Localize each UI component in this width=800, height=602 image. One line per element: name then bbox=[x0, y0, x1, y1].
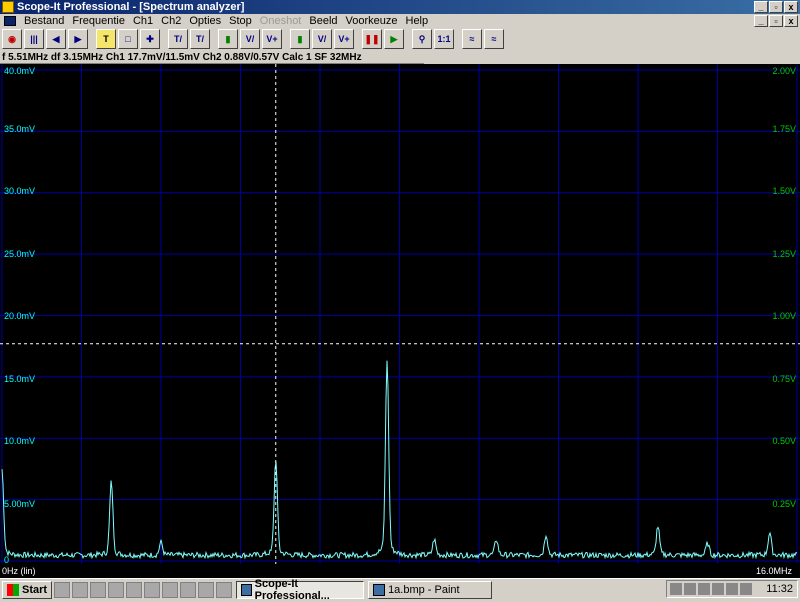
scopeit-icon bbox=[241, 583, 252, 596]
y-left-label: 15.0mV bbox=[4, 374, 36, 384]
y-right-label: 0.25V bbox=[772, 499, 796, 509]
menu-beeld[interactable]: Beeld bbox=[305, 15, 341, 27]
menu-stop[interactable]: Stop bbox=[225, 15, 256, 27]
y-left-label: 5.00mV bbox=[4, 499, 36, 509]
menu-oneshot: Oneshot bbox=[259, 15, 302, 27]
quicklaunch-icon[interactable] bbox=[162, 581, 179, 598]
window-controls: _ ▫ x bbox=[754, 1, 798, 13]
quicklaunch-icon[interactable] bbox=[54, 581, 71, 598]
spectrum-plot[interactable] bbox=[0, 64, 800, 564]
crosshair-icon[interactable]: ✚ bbox=[140, 29, 160, 49]
mdi-minimize-button[interactable]: _ bbox=[754, 15, 768, 27]
y-left-label: 25.0mV bbox=[4, 249, 36, 259]
waveform-2-icon[interactable]: ≈ bbox=[484, 29, 504, 49]
time-div-up-icon[interactable]: T/ bbox=[168, 29, 188, 49]
clock: 11:32 bbox=[766, 583, 793, 595]
power-icon[interactable]: ◉ bbox=[2, 29, 22, 49]
quicklaunch-icon[interactable] bbox=[108, 581, 125, 598]
window-title: Scope-It Professional - [Spectrum analyz… bbox=[17, 1, 245, 13]
ch1-volt-up-icon[interactable]: V+ bbox=[262, 29, 282, 49]
menu-voorkeuze[interactable]: Voorkeuze bbox=[342, 15, 402, 27]
x-right-label: 16.0MHz bbox=[756, 566, 793, 576]
ch1-volt-down-icon[interactable]: V/ bbox=[240, 29, 260, 49]
menu-opties[interactable]: Opties bbox=[185, 15, 225, 27]
paint-icon bbox=[373, 583, 386, 596]
menu-help[interactable]: Help bbox=[402, 15, 433, 27]
taskbar-item-paint[interactable]: 1a.bmp - Paint bbox=[368, 580, 493, 599]
quicklaunch-icon[interactable] bbox=[180, 581, 197, 598]
tray-icon[interactable] bbox=[712, 583, 724, 595]
scale-icon[interactable]: 1:1 bbox=[434, 29, 454, 49]
y-left-label: 10.0mV bbox=[4, 436, 36, 446]
taskbar-item-label: 1a.bmp - Paint bbox=[388, 583, 460, 596]
ch2-volt-down-icon[interactable]: V/ bbox=[312, 29, 332, 49]
windows-flag-icon bbox=[7, 583, 19, 596]
grid bbox=[0, 64, 800, 564]
title-bar[interactable]: Scope-It Professional - [Spectrum analyz… bbox=[0, 0, 800, 14]
x-left-label: 0Hz (lin) bbox=[2, 566, 36, 576]
mdi-restore-button[interactable]: ▫ bbox=[769, 15, 783, 27]
spectrum-svg bbox=[0, 64, 800, 564]
quicklaunch-icon[interactable] bbox=[216, 581, 233, 598]
menu-ch1[interactable]: Ch1 bbox=[129, 15, 157, 27]
y-right-label: 1.75V bbox=[772, 124, 796, 134]
move-left-icon[interactable]: ◀ bbox=[46, 29, 66, 49]
mdi-window-icon[interactable] bbox=[4, 16, 16, 26]
cursor-icon[interactable]: □ bbox=[118, 29, 138, 49]
app-icon[interactable] bbox=[2, 1, 14, 13]
quicklaunch-icon[interactable] bbox=[198, 581, 215, 598]
restore-button[interactable]: ▫ bbox=[769, 1, 783, 13]
waveform-1-icon[interactable]: ≈ bbox=[462, 29, 482, 49]
y-right-label: 1.50V bbox=[772, 186, 796, 196]
quicklaunch-icon[interactable] bbox=[90, 581, 107, 598]
y-right-label: 1.00V bbox=[772, 311, 796, 321]
run-icon[interactable]: ▶ bbox=[384, 29, 404, 49]
y-left-label: 20.0mV bbox=[4, 311, 36, 321]
mdi-controls: _ ▫ x bbox=[754, 15, 798, 27]
y-left-label: 35.0mV bbox=[4, 124, 36, 134]
ch2-volt-up-icon[interactable]: V+ bbox=[334, 29, 354, 49]
quicklaunch-icon[interactable] bbox=[144, 581, 161, 598]
quicklaunch-icon[interactable] bbox=[72, 581, 89, 598]
menu-frequentie[interactable]: Frequentie bbox=[68, 15, 129, 27]
time-div-down-icon[interactable]: T/ bbox=[190, 29, 210, 49]
bars-icon[interactable]: ||| bbox=[24, 29, 44, 49]
ch1-icon[interactable]: ▮ bbox=[218, 29, 238, 49]
minimize-button[interactable]: _ bbox=[754, 1, 768, 13]
x-axis-strip bbox=[0, 564, 800, 578]
move-right-icon[interactable]: ▶ bbox=[68, 29, 88, 49]
toolbar: ◉ ||| ◀ ▶ T □ ✚ T/ T/ ▮ V/ V+ ▮ V/ V+ ❚❚… bbox=[0, 28, 800, 50]
taskbar-item-scopeit[interactable]: Scope-It Professional... bbox=[236, 577, 365, 602]
start-button[interactable]: Start bbox=[2, 580, 53, 599]
tray-icon[interactable] bbox=[740, 583, 752, 595]
y-left-label: 40.0mV bbox=[4, 66, 36, 76]
y-right-label: 1.25V bbox=[772, 249, 796, 259]
close-button[interactable]: x bbox=[784, 1, 798, 13]
taskbar-item-label: Scope-It Professional... bbox=[254, 577, 330, 602]
tray-icon[interactable] bbox=[684, 583, 696, 595]
pause-icon[interactable]: ❚❚ bbox=[362, 29, 382, 49]
y-right-label: 0.75V bbox=[772, 374, 796, 384]
start-label: Start bbox=[22, 583, 48, 596]
menu-ch2[interactable]: Ch2 bbox=[157, 15, 185, 27]
tray-icon[interactable] bbox=[726, 583, 738, 595]
y-right-label: 0.50V bbox=[772, 436, 796, 446]
mdi-close-button[interactable]: x bbox=[784, 15, 798, 27]
menu-bestand[interactable]: Bestand bbox=[20, 15, 68, 27]
measurement-readout: f 5.51MHz df 3.15MHz Ch1 17.7mV/11.5mV C… bbox=[0, 51, 424, 64]
tray-icon[interactable] bbox=[670, 583, 682, 595]
tray-icon[interactable] bbox=[698, 583, 710, 595]
menu-bar: Bestand Frequentie Ch1 Ch2 Opties Stop O… bbox=[0, 14, 800, 28]
quicklaunch-icon[interactable] bbox=[126, 581, 143, 598]
zoom-icon[interactable]: ⚲ bbox=[412, 29, 432, 49]
y-left-label: 30.0mV bbox=[4, 186, 36, 196]
ch2-icon[interactable]: ▮ bbox=[290, 29, 310, 49]
y-right-label: 2.00V bbox=[772, 66, 796, 76]
system-tray: 11:32 bbox=[666, 580, 798, 598]
trigger-icon[interactable]: T bbox=[96, 29, 116, 49]
